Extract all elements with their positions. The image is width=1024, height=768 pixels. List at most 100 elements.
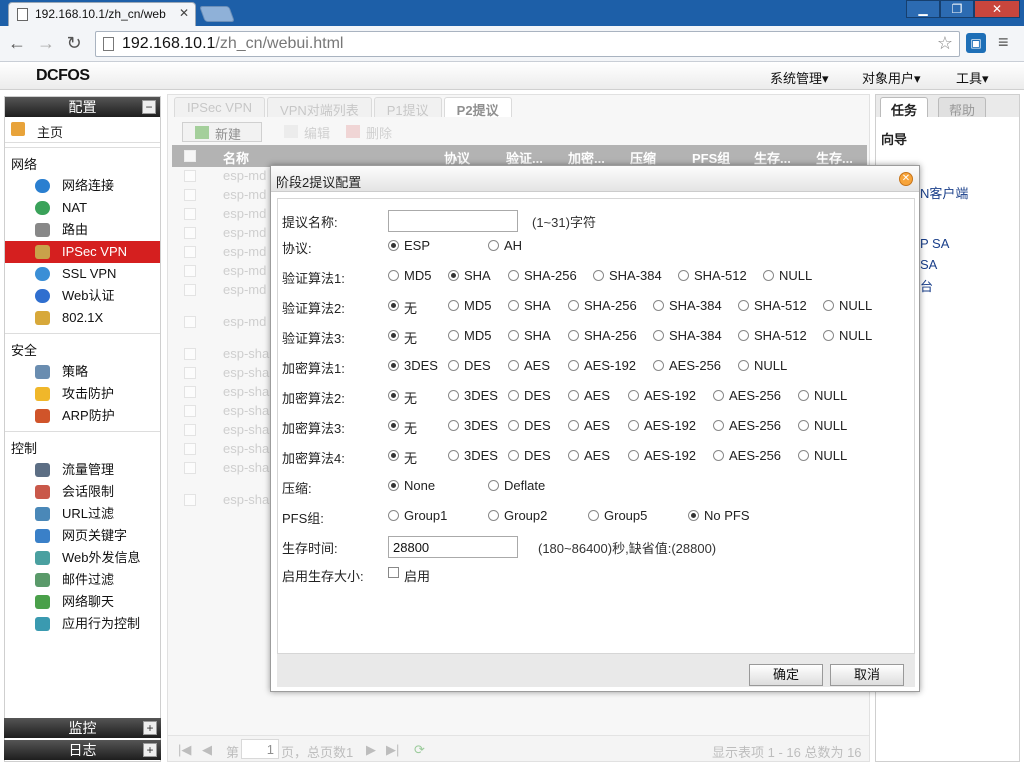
menu-tools[interactable]: 工具▾ bbox=[956, 68, 989, 87]
nav-web-auth[interactable]: Web认证 bbox=[5, 285, 160, 307]
lifetime-input[interactable]: 28800 bbox=[388, 536, 518, 558]
extension-icon[interactable]: ▣ bbox=[966, 33, 986, 53]
radio-auth2-sha256[interactable]: SHA-256 bbox=[568, 298, 637, 313]
radio-auth1-sha256[interactable]: SHA-256 bbox=[508, 268, 577, 283]
radio-enc3-none[interactable]: 无 bbox=[388, 418, 417, 437]
radio-enc3-aes192[interactable]: AES-192 bbox=[628, 418, 696, 433]
radio-auth3-sha384[interactable]: SHA-384 bbox=[653, 328, 722, 343]
radio-auth3-sha256[interactable]: SHA-256 bbox=[568, 328, 637, 343]
log-panel-header[interactable]: 日志 + bbox=[4, 740, 161, 760]
cancel-button[interactable]: 取消 bbox=[830, 664, 904, 686]
radio-compress-deflate[interactable]: Deflate bbox=[488, 478, 545, 493]
radio-enc4-aes[interactable]: AES bbox=[568, 448, 610, 463]
radio-enc1-aes256[interactable]: AES-256 bbox=[653, 358, 721, 373]
monitor-panel-header[interactable]: 监控 + bbox=[4, 718, 161, 738]
config-panel-header[interactable]: 配置 − bbox=[5, 97, 160, 117]
collapse-icon[interactable]: − bbox=[142, 100, 156, 114]
radio-enc2-des[interactable]: DES bbox=[508, 388, 551, 403]
nav-traffic-management[interactable]: 流量管理 bbox=[5, 459, 160, 481]
nav-policy[interactable]: 策略 bbox=[5, 361, 160, 383]
radio-enc3-aes[interactable]: AES bbox=[568, 418, 610, 433]
maximize-icon[interactable]: ❐ bbox=[940, 0, 974, 18]
reload-icon[interactable]: ↻ bbox=[63, 32, 85, 54]
nav-chat[interactable]: 网络聊天 bbox=[5, 591, 160, 613]
tab-help[interactable]: 帮助 bbox=[938, 97, 987, 118]
nav-network-connection[interactable]: 网络连接 bbox=[5, 175, 160, 197]
radio-enc1-aes[interactable]: AES bbox=[508, 358, 550, 373]
radio-enc4-3des[interactable]: 3DES bbox=[448, 448, 498, 463]
menu-system-admin[interactable]: 系统管理▾ bbox=[770, 68, 829, 87]
radio-pfs-nopfs[interactable]: No PFS bbox=[688, 508, 750, 523]
close-tab-icon[interactable]: ✕ bbox=[179, 6, 189, 20]
radio-enc2-aes[interactable]: AES bbox=[568, 388, 610, 403]
radio-auth3-sha[interactable]: SHA bbox=[508, 328, 551, 343]
radio-pfs-group1[interactable]: Group1 bbox=[388, 508, 447, 523]
wizard-link[interactable]: SA bbox=[920, 257, 937, 272]
nav-mail-filter[interactable]: 邮件过滤 bbox=[5, 569, 160, 591]
radio-enc2-aes256[interactable]: AES-256 bbox=[713, 388, 781, 403]
radio-enc3-aes256[interactable]: AES-256 bbox=[713, 418, 781, 433]
radio-enc3-null[interactable]: NULL bbox=[798, 418, 847, 433]
radio-pfs-group5[interactable]: Group5 bbox=[588, 508, 647, 523]
browser-menu-icon[interactable]: ≡ bbox=[998, 32, 1009, 53]
radio-enc2-none[interactable]: 无 bbox=[388, 388, 417, 407]
radio-pfs-group2[interactable]: Group2 bbox=[488, 508, 547, 523]
radio-auth3-null[interactable]: NULL bbox=[823, 328, 872, 343]
enable-lifesize-checkbox[interactable]: 启用 bbox=[388, 566, 430, 585]
radio-auth2-sha512[interactable]: SHA-512 bbox=[738, 298, 807, 313]
nav-nat[interactable]: NAT bbox=[5, 197, 160, 219]
proposal-name-input[interactable] bbox=[388, 210, 518, 232]
radio-enc4-aes256[interactable]: AES-256 bbox=[713, 448, 781, 463]
nav-route[interactable]: 路由 bbox=[5, 219, 160, 241]
nav-web-keyword[interactable]: 网页关键字 bbox=[5, 525, 160, 547]
tab-tasks[interactable]: 任务 bbox=[880, 97, 929, 118]
wizard-link[interactable]: N客户端 bbox=[920, 183, 968, 202]
radio-enc1-des[interactable]: DES bbox=[448, 358, 491, 373]
radio-auth2-none[interactable]: 无 bbox=[388, 298, 417, 317]
nav-web-outbound[interactable]: Web外发信息 bbox=[5, 547, 160, 569]
radio-auth1-sha512[interactable]: SHA-512 bbox=[678, 268, 747, 283]
radio-auth2-md5[interactable]: MD5 bbox=[448, 298, 491, 313]
radio-auth2-sha[interactable]: SHA bbox=[508, 298, 551, 313]
radio-compress-none[interactable]: None bbox=[388, 478, 435, 493]
radio-protocol-ah[interactable]: AH bbox=[488, 238, 522, 253]
close-window-icon[interactable]: ✕ bbox=[974, 0, 1020, 18]
wizard-link[interactable]: P SA bbox=[920, 236, 949, 251]
radio-auth1-md5[interactable]: MD5 bbox=[388, 268, 431, 283]
wizard-link[interactable]: 台 bbox=[920, 276, 933, 295]
bookmark-star-icon[interactable]: ☆ bbox=[937, 33, 953, 54]
radio-auth2-null[interactable]: NULL bbox=[823, 298, 872, 313]
radio-enc1-null[interactable]: NULL bbox=[738, 358, 787, 373]
nav-arp-protection[interactable]: ARP防护 bbox=[5, 405, 160, 427]
nav-ipsec-vpn[interactable]: IPSec VPN bbox=[5, 241, 160, 263]
forward-icon[interactable]: → bbox=[35, 32, 57, 54]
radio-auth1-sha384[interactable]: SHA-384 bbox=[593, 268, 662, 283]
expand-icon[interactable]: + bbox=[143, 721, 157, 735]
radio-enc2-null[interactable]: NULL bbox=[798, 388, 847, 403]
nav-session-limit[interactable]: 会话限制 bbox=[5, 481, 160, 503]
radio-auth3-sha512[interactable]: SHA-512 bbox=[738, 328, 807, 343]
ok-button[interactable]: 确定 bbox=[749, 664, 823, 686]
address-bar[interactable]: 192.168.10.1/zh_cn/webui.html ☆ bbox=[95, 31, 960, 57]
minimize-icon[interactable]: ▁ bbox=[906, 0, 940, 18]
menu-object-user[interactable]: 对象用户▾ bbox=[862, 68, 921, 87]
radio-auth1-sha[interactable]: SHA bbox=[448, 268, 491, 283]
radio-enc4-null[interactable]: NULL bbox=[798, 448, 847, 463]
nav-url-filter[interactable]: URL过滤 bbox=[5, 503, 160, 525]
radio-enc4-aes192[interactable]: AES-192 bbox=[628, 448, 696, 463]
radio-enc1-aes192[interactable]: AES-192 bbox=[568, 358, 636, 373]
radio-auth3-md5[interactable]: MD5 bbox=[448, 328, 491, 343]
radio-enc1-3des[interactable]: 3DES bbox=[388, 358, 438, 373]
radio-enc4-des[interactable]: DES bbox=[508, 448, 551, 463]
radio-enc3-des[interactable]: DES bbox=[508, 418, 551, 433]
browser-tab[interactable]: 192.168.10.1/zh_cn/web ✕ bbox=[8, 2, 196, 26]
nav-home[interactable]: 主页 bbox=[5, 117, 160, 143]
close-icon[interactable]: ✕ bbox=[899, 172, 913, 186]
back-icon[interactable]: ← bbox=[6, 32, 28, 54]
radio-enc3-3des[interactable]: 3DES bbox=[448, 418, 498, 433]
radio-auth3-none[interactable]: 无 bbox=[388, 328, 417, 347]
radio-protocol-esp[interactable]: ESP bbox=[388, 238, 430, 253]
expand-icon[interactable]: + bbox=[143, 743, 157, 757]
nav-attack-protection[interactable]: 攻击防护 bbox=[5, 383, 160, 405]
radio-enc4-none[interactable]: 无 bbox=[388, 448, 417, 467]
